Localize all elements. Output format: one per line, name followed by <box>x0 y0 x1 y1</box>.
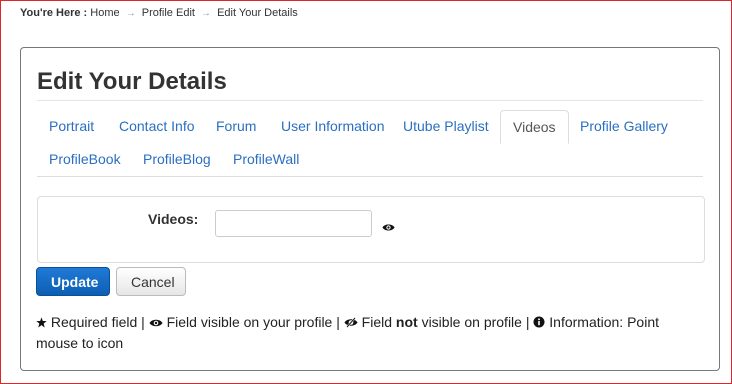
legend-not-visible-pre: Field <box>361 314 393 330</box>
breadcrumb-arrow-icon: → <box>125 8 136 19</box>
tab-profilebook[interactable]: ProfileBook <box>37 143 133 175</box>
legend-not-visible-bold: not <box>395 314 418 330</box>
eye-icon <box>382 224 395 231</box>
tab-profileblog[interactable]: ProfileBlog <box>131 143 223 175</box>
breadcrumb-arrow-icon: → <box>201 8 212 19</box>
eye-slash-icon <box>344 317 358 328</box>
tab-utube-playlist[interactable]: Utube Playlist <box>391 110 501 142</box>
breadcrumb-profile-edit-link[interactable]: Profile Edit <box>142 7 195 19</box>
tab-forum[interactable]: Forum <box>204 110 268 142</box>
tab-profilewall[interactable]: ProfileWall <box>221 143 311 175</box>
tabs-divider <box>37 176 703 177</box>
breadcrumb: You're Here : Home → Profile Edit → Edit… <box>20 7 298 19</box>
legend-not-visible-post: visible on profile | <box>421 314 530 330</box>
videos-input[interactable] <box>215 210 372 237</box>
info-icon <box>533 316 545 328</box>
field-legend: Required field | Field visible on your p… <box>36 312 696 354</box>
videos-label: Videos: <box>148 211 199 227</box>
star-icon <box>36 317 47 328</box>
cancel-button[interactable]: Cancel <box>116 267 186 296</box>
eye-icon <box>149 319 163 327</box>
breadcrumb-current: Edit Your Details <box>217 7 298 19</box>
videos-fieldset: Videos: <box>37 196 705 263</box>
breadcrumb-home-link[interactable]: Home <box>90 7 119 19</box>
tab-contact-info[interactable]: Contact Info <box>107 110 207 142</box>
tab-profile-gallery[interactable]: Profile Gallery <box>568 110 680 142</box>
update-button[interactable]: Update <box>36 267 110 296</box>
edit-details-panel: Edit Your Details Portrait Contact Info … <box>20 47 720 371</box>
page-title: Edit Your Details <box>37 68 227 95</box>
breadcrumb-title: You're Here : <box>20 7 88 19</box>
title-divider <box>37 100 703 101</box>
tab-portrait[interactable]: Portrait <box>37 110 106 142</box>
legend-visible-text: Field visible on your profile | <box>166 314 340 330</box>
tab-user-information[interactable]: User Information <box>269 110 396 142</box>
tab-videos[interactable]: Videos <box>500 110 569 144</box>
tab-bar: Portrait Contact Info Forum User Informa… <box>37 110 705 176</box>
legend-required-text: Required field | <box>50 314 145 330</box>
